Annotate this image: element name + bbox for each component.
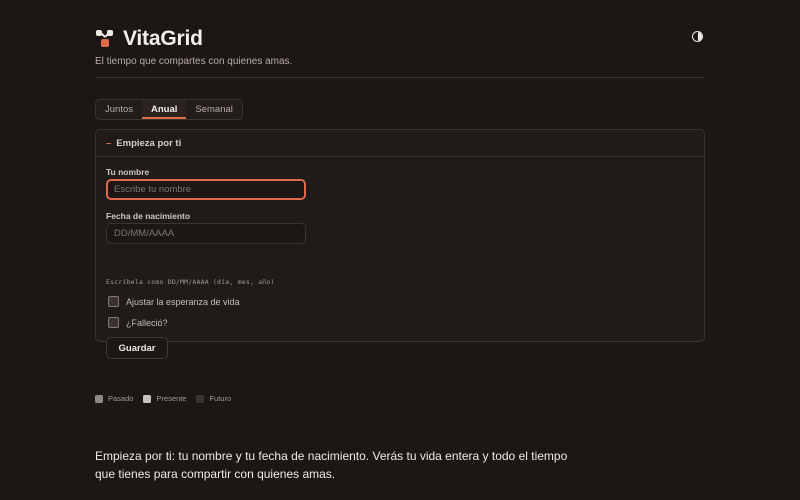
panel-header[interactable]: – Empieza por ti [96,130,704,157]
legend: Pasado Presente Futuro [95,394,241,403]
adjust-life-expectancy-checkbox-row[interactable]: Ajustar la esperanza de vida [108,296,240,307]
tab-semanal[interactable]: Semanal [186,100,242,119]
name-label: Tu nombre [106,167,150,177]
future-swatch [196,394,205,403]
legend-item-present: Presente [143,394,186,403]
brand-name: VitaGrid [123,27,203,50]
past-swatch [95,394,103,403]
adjust-life-expectancy-label: Ajustar la esperanza de vida [126,296,240,307]
present-swatch [143,394,152,403]
view-tabs: Juntos Anual Semanal [95,99,243,120]
contrast-icon[interactable] [692,31,703,42]
app-container: VitaGrid El tiempo que compartes con qui… [95,0,705,481]
brand: VitaGrid [95,27,203,51]
tab-anual[interactable]: Anual [142,100,187,119]
panel-title: Empieza por ti [116,137,182,149]
app-header: VitaGrid El tiempo que compartes con qui… [95,0,705,78]
tab-juntos[interactable]: Juntos [96,100,142,119]
legend-label-past: Pasado [108,394,134,403]
intro-description: Empieza por ti: tu nombre y tu fecha de … [95,449,568,481]
collapse-icon: – [106,137,112,149]
save-button[interactable]: Guardar [106,337,168,359]
deceased-checkbox[interactable] [108,317,119,328]
legend-item-past: Pasado [95,394,133,403]
deceased-label: ¿Falleció? [126,317,168,328]
deceased-checkbox-row[interactable]: ¿Falleció? [108,317,168,328]
name-input[interactable] [106,179,306,200]
legend-label-present: Presente [156,394,187,403]
adjust-life-expectancy-checkbox[interactable] [108,296,119,307]
birth-date-input[interactable] [106,223,306,244]
birth-date-label: Fecha de nacimiento [106,211,191,221]
legend-label-future: Futuro [209,394,232,403]
vitagrid-logo-icon [95,28,117,50]
start-panel: – Empieza por ti Tu nombre Fecha de naci… [95,129,705,359]
birth-date-hint: Escríbela como DD/MM/AAAA (día, mes, año… [106,278,275,286]
legend-item-future: Futuro [196,394,231,403]
tagline: El tiempo que compartes con quienes amas… [95,56,293,67]
